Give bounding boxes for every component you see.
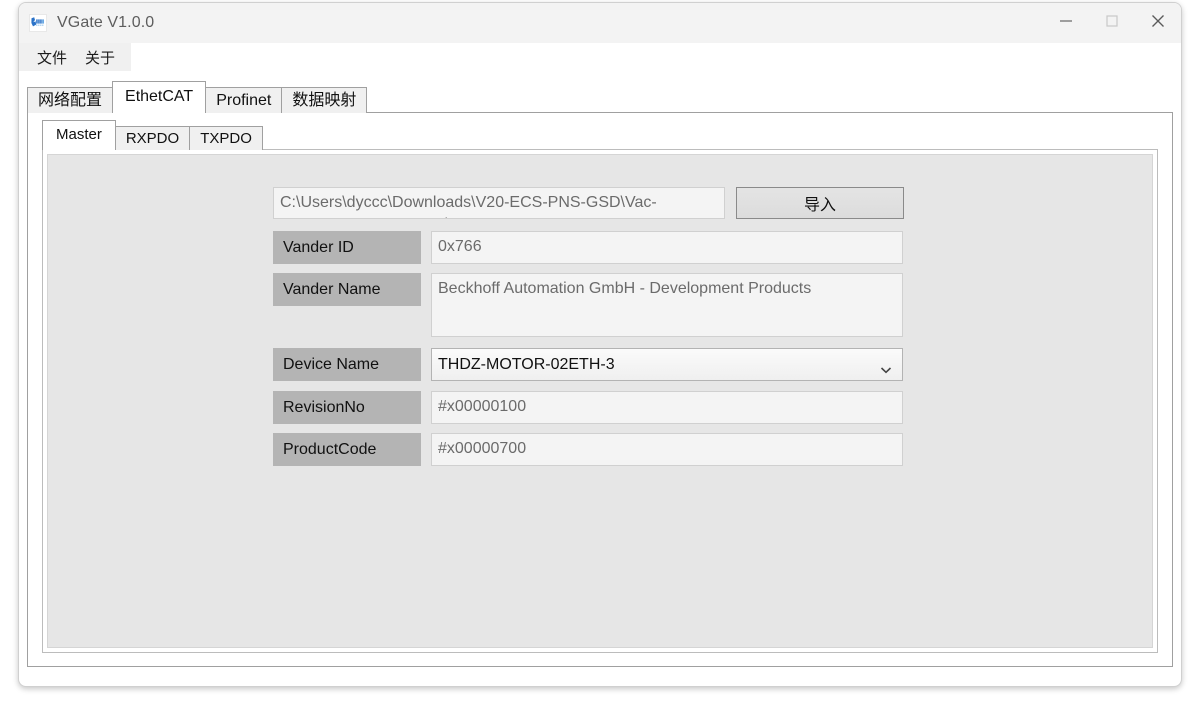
tab-profinet[interactable]: Profinet bbox=[205, 87, 283, 113]
minimize-icon bbox=[1059, 14, 1073, 33]
close-icon bbox=[1150, 13, 1166, 34]
maximize-button[interactable] bbox=[1089, 3, 1135, 43]
device-name-label: Device Name bbox=[273, 348, 421, 381]
vander-name-row: Vander Name Beckhoff Automation GmbH - D… bbox=[273, 273, 903, 337]
tab-master[interactable]: Master bbox=[42, 120, 116, 150]
tab-ethercat[interactable]: EthetCAT bbox=[112, 81, 207, 113]
inner-tab-panel: C:\Users\dyccc\Downloads\V20-ECS-PNS-GSD… bbox=[42, 149, 1158, 653]
revision-no-input[interactable]: #x00000100 bbox=[431, 391, 903, 424]
window-title: VGate V1.0.0 bbox=[57, 14, 155, 31]
minimize-button[interactable] bbox=[1043, 3, 1089, 43]
close-button[interactable] bbox=[1135, 3, 1181, 43]
title-bar: VGate V1.0.0 bbox=[19, 3, 1181, 43]
device-name-select[interactable]: THDZ-MOTOR-02ETH-3 bbox=[431, 348, 903, 381]
product-code-row: ProductCode #x00000700 bbox=[273, 433, 903, 466]
master-form-area: C:\Users\dyccc\Downloads\V20-ECS-PNS-GSD… bbox=[47, 154, 1153, 648]
app-logo-icon bbox=[29, 14, 47, 32]
file-path-row: C:\Users\dyccc\Downloads\V20-ECS-PNS-GSD… bbox=[273, 187, 904, 219]
vander-id-row: Vander ID 0x766 bbox=[273, 231, 903, 264]
tab-rxpdo[interactable]: RXPDO bbox=[114, 126, 191, 150]
vander-name-label: Vander Name bbox=[273, 273, 421, 306]
device-name-row: Device Name THDZ-MOTOR-02ETH-3 bbox=[273, 348, 903, 381]
menu-bar: 文件 关于 bbox=[19, 43, 131, 71]
app-root: VGate V1.0.0 文件 关于 网络配置 EthetCAT Profine… bbox=[0, 0, 1200, 701]
menu-item-about[interactable]: 关于 bbox=[77, 45, 123, 70]
maximize-icon bbox=[1105, 14, 1119, 33]
file-path-input[interactable]: C:\Users\dyccc\Downloads\V20-ECS-PNS-GSD… bbox=[273, 187, 725, 219]
device-name-value: THDZ-MOTOR-02ETH-3 bbox=[438, 355, 615, 373]
outer-tab-panel: Master RXPDO TXPDO C:\Users\dyccc\Downlo… bbox=[27, 112, 1173, 667]
revision-no-label: RevisionNo bbox=[273, 391, 421, 424]
vander-name-input[interactable]: Beckhoff Automation GmbH - Development P… bbox=[431, 273, 903, 337]
product-code-input[interactable]: #x00000700 bbox=[431, 433, 903, 466]
revision-no-row: RevisionNo #x00000100 bbox=[273, 391, 903, 424]
menu-item-file[interactable]: 文件 bbox=[29, 45, 75, 70]
vander-id-label: Vander ID bbox=[273, 231, 421, 264]
chevron-down-icon bbox=[880, 361, 892, 373]
tab-data-mapping[interactable]: 数据映射 bbox=[281, 87, 368, 113]
import-button[interactable]: 导入 bbox=[736, 187, 904, 219]
tab-txpdo[interactable]: TXPDO bbox=[189, 126, 263, 150]
application-window: VGate V1.0.0 文件 关于 网络配置 EthetCAT Profine… bbox=[18, 2, 1182, 687]
product-code-label: ProductCode bbox=[273, 433, 421, 466]
outer-tab-strip: 网络配置 EthetCAT Profinet 数据映射 bbox=[27, 81, 368, 113]
vander-id-input[interactable]: 0x766 bbox=[431, 231, 903, 264]
window-controls bbox=[1043, 3, 1181, 43]
tab-network-config[interactable]: 网络配置 bbox=[27, 87, 114, 113]
inner-tab-strip: Master RXPDO TXPDO bbox=[42, 120, 263, 150]
